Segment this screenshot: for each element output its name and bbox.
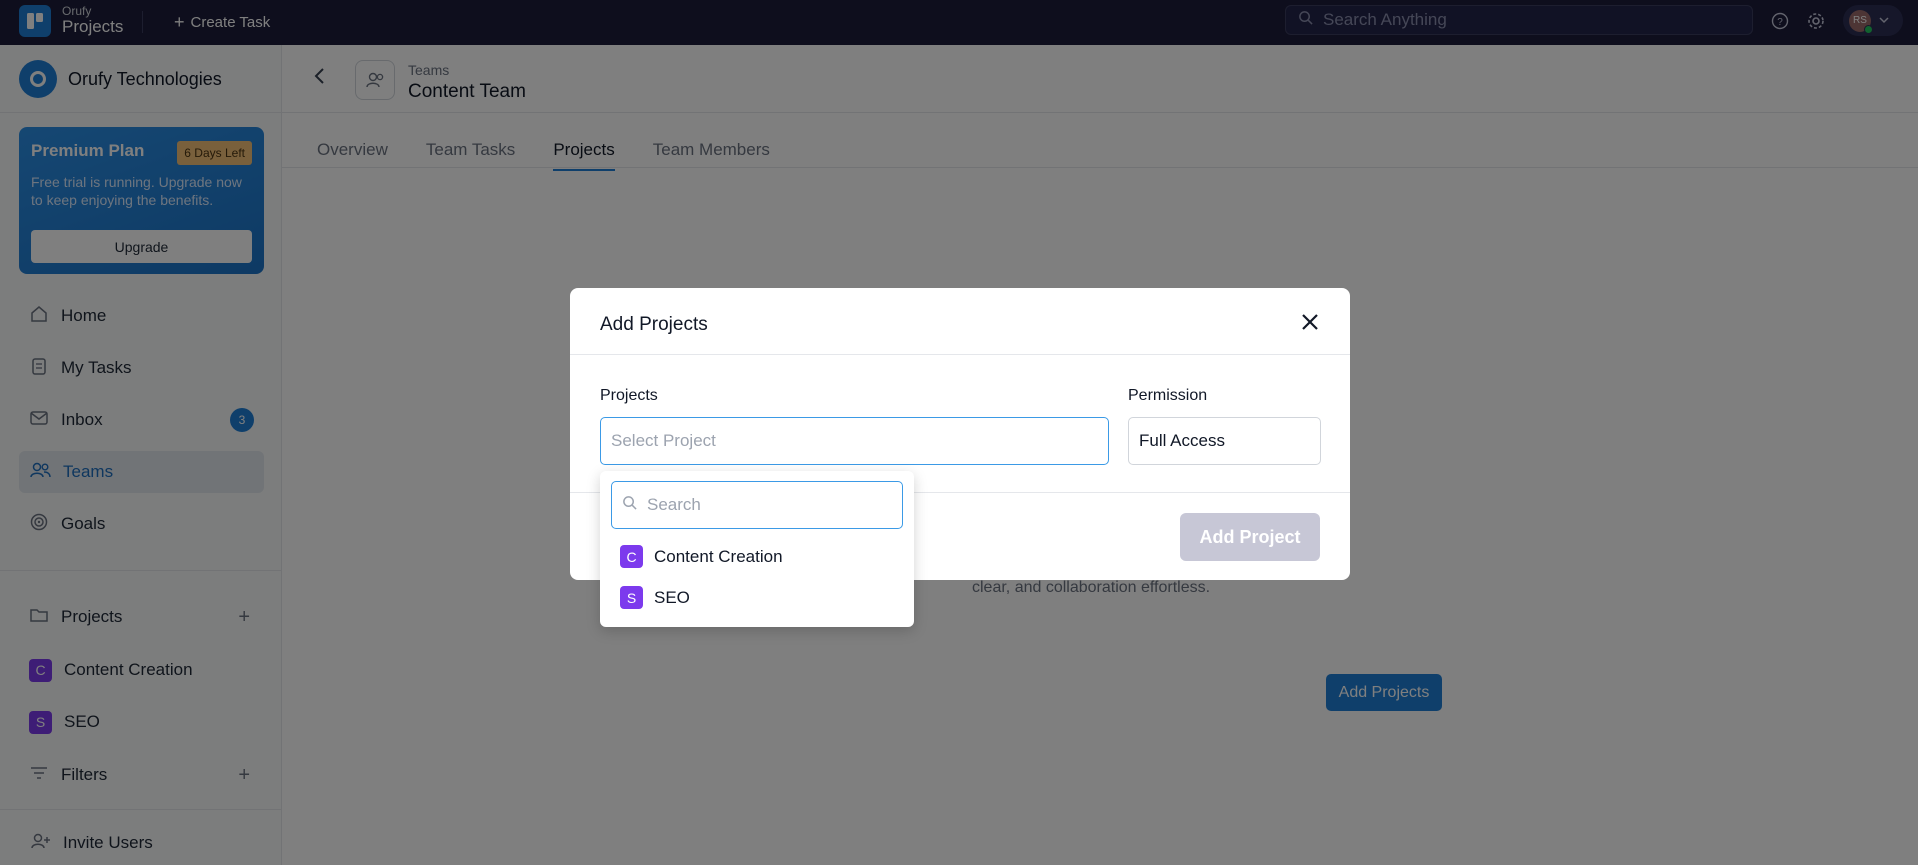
modal-divider [570,354,1350,355]
dropdown-search-input[interactable]: Search [611,481,903,529]
dropdown-search-placeholder: Search [647,495,701,514]
project-letter-icon: S [620,586,643,609]
project-dropdown: Search C Content Creation S SEO [600,471,914,627]
modal-title: Add Projects [600,314,708,335]
project-select-placeholder: Select Project [611,431,716,450]
dropdown-option-content-creation[interactable]: C Content Creation [620,545,783,568]
permission-field-label: Permission [1128,387,1208,404]
add-project-button[interactable]: Add Project [1180,513,1320,561]
projects-field-label: Projects [600,387,658,404]
permission-select-value: Full Access [1139,431,1225,450]
project-select[interactable]: Select Project [600,417,1109,465]
dropdown-option-seo[interactable]: S SEO [620,586,690,609]
dropdown-option-label: Content Creation [654,546,783,566]
project-letter-icon: C [620,545,643,568]
dropdown-option-label: SEO [654,587,690,607]
close-icon[interactable] [1300,312,1320,337]
permission-select[interactable]: Full Access [1128,417,1321,465]
search-icon [622,495,637,515]
